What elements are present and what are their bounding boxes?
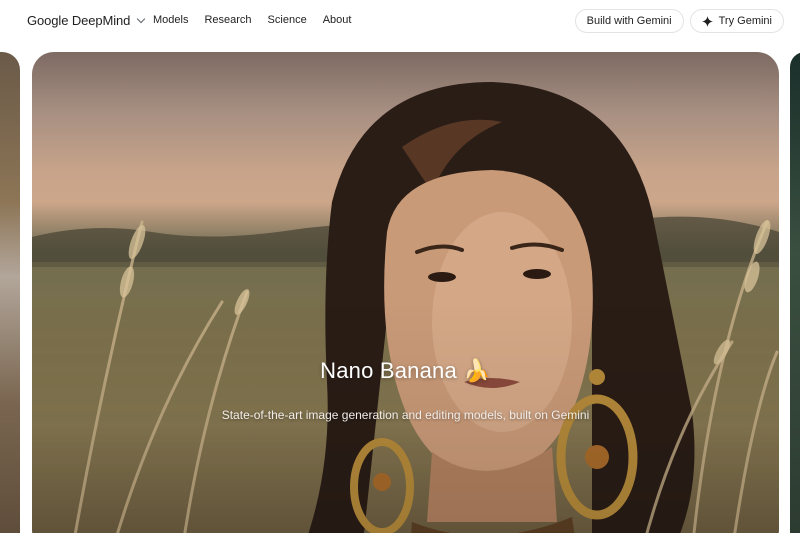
chevron-down-icon (137, 14, 146, 23)
nav-research[interactable]: Research (204, 14, 251, 26)
hero-card[interactable]: Nano Banana 🍌 State-of-the-art image gen… (32, 52, 779, 533)
main-nav: Models Research Science About (153, 14, 351, 26)
carousel-next-card[interactable] (790, 52, 800, 533)
hero-title: Nano Banana 🍌 (320, 358, 491, 383)
hero-overlay (32, 52, 779, 533)
nav-about[interactable]: About (323, 14, 352, 26)
top-header: Google DeepMind Models Research Science … (0, 0, 800, 42)
brand-logo-text: Google DeepMind (27, 13, 131, 28)
nav-science[interactable]: Science (268, 14, 307, 26)
header-actions: Build with Gemini Try Gemini (574, 9, 784, 33)
build-with-gemini-button[interactable]: Build with Gemini (574, 9, 684, 33)
nav-models[interactable]: Models (153, 14, 188, 26)
hero-subtitle: State-of-the-art image generation and ed… (221, 408, 590, 422)
try-gemini-button[interactable]: Try Gemini (689, 9, 784, 33)
try-gemini-label: Try Gemini (718, 15, 772, 27)
sparkle-icon (701, 15, 713, 27)
brand-menu[interactable]: Google DeepMind (27, 13, 146, 28)
carousel-prev-card[interactable] (0, 52, 20, 533)
build-with-gemini-label: Build with Gemini (586, 15, 672, 27)
